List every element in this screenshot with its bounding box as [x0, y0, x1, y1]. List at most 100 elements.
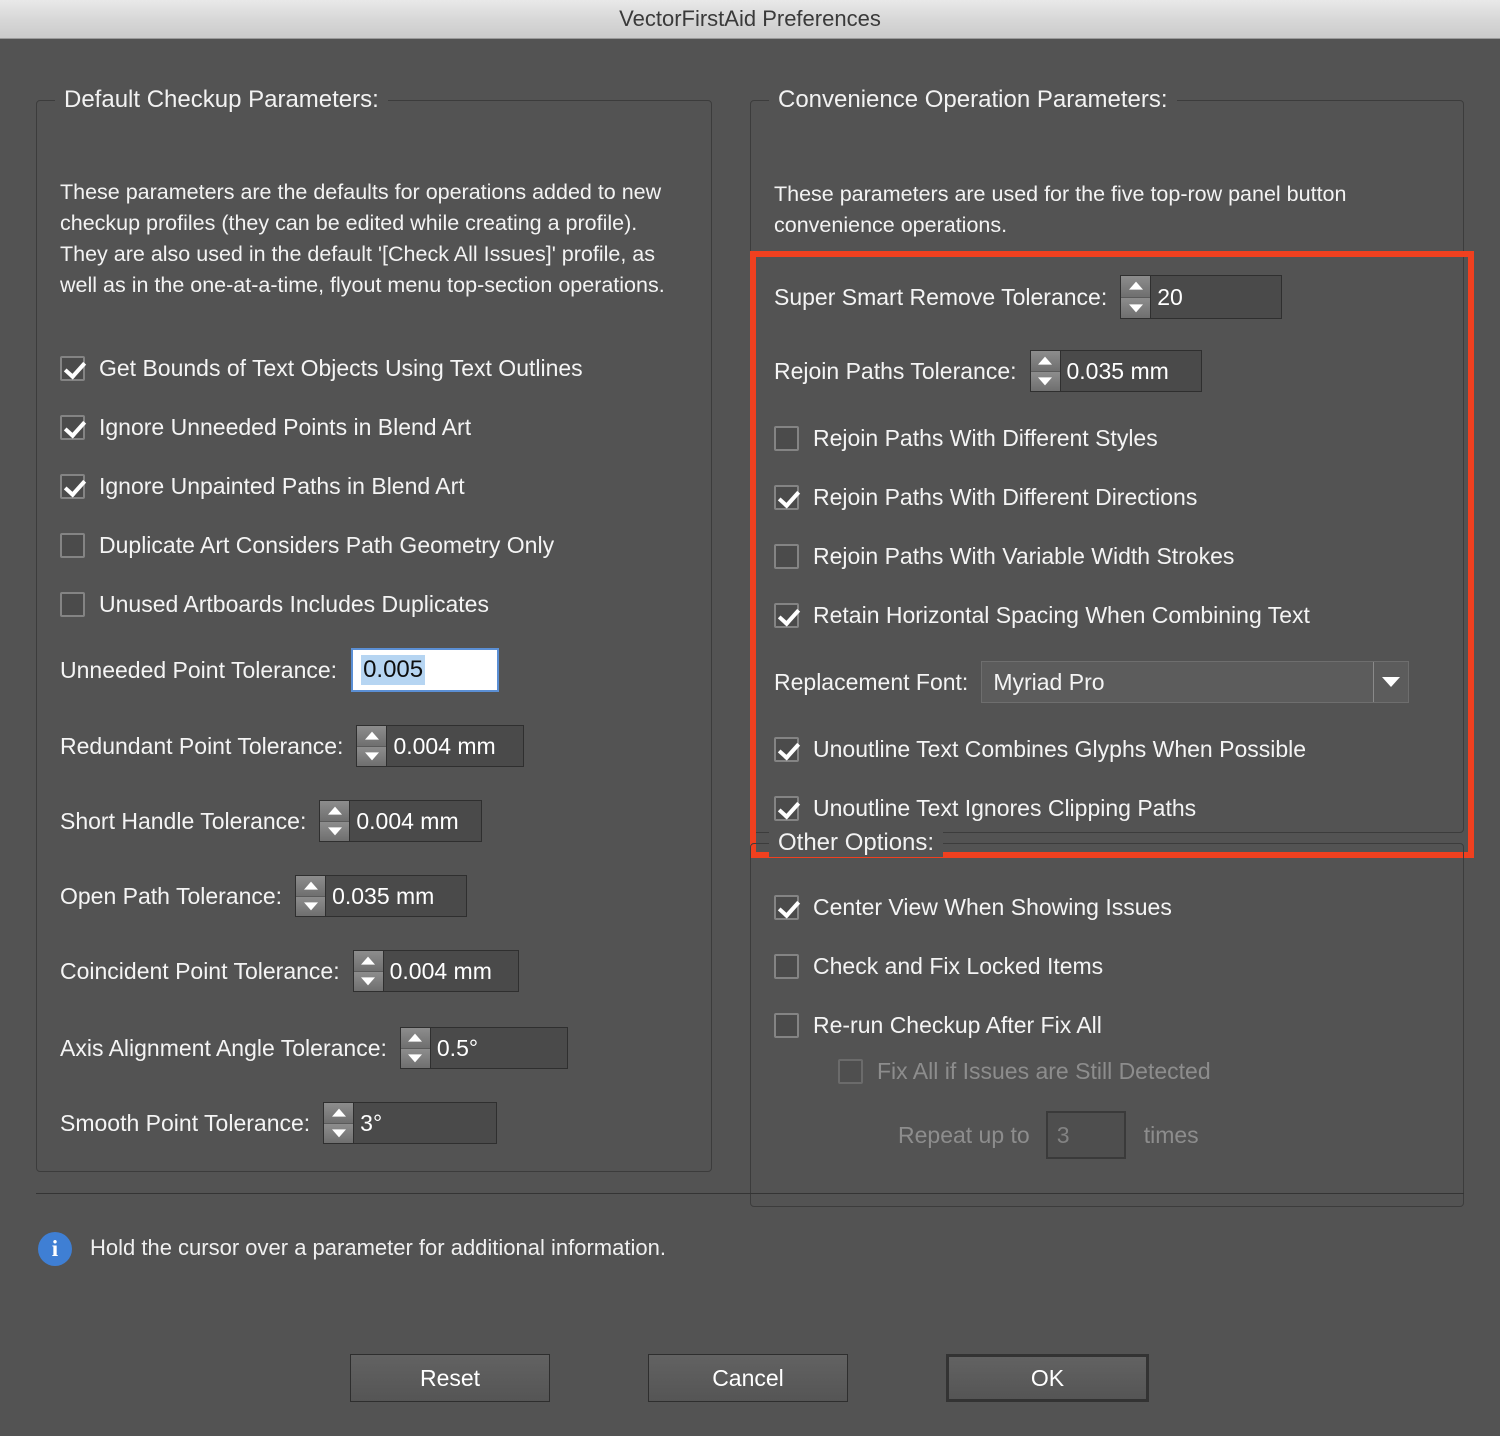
checkbox-indicator[interactable] [774, 895, 799, 920]
checkbox-label: Unoutline Text Ignores Clipping Paths [813, 795, 1197, 821]
checkbox-rejoin-paths-with-variable-width-strokes[interactable]: Rejoin Paths With Variable Width Strokes [774, 543, 1234, 570]
checkbox-label: Fix All if Issues are Still Detected [877, 1058, 1211, 1084]
short-handle-tolerance-value[interactable]: 0.004 mm [350, 801, 467, 841]
checkbox-ignore-unneeded-points-in-blend-art[interactable]: Ignore Unneeded Points in Blend Art [60, 414, 471, 441]
spinner-up-icon[interactable] [400, 1028, 430, 1049]
super-smart-remove-tolerance-value[interactable]: 20 [1151, 276, 1191, 318]
window-title-bar: VectorFirstAid Preferences [0, 0, 1500, 39]
chevron-down-icon[interactable] [1373, 662, 1408, 702]
checkbox-indicator[interactable] [60, 533, 85, 558]
spinner-up-icon[interactable] [357, 726, 387, 747]
spinner-buttons[interactable] [1121, 276, 1152, 318]
checkbox-indicator[interactable] [60, 592, 85, 617]
checkbox-indicator[interactable] [774, 426, 799, 451]
checkbox-indicator[interactable] [774, 796, 799, 821]
spinner-buttons[interactable] [353, 951, 384, 991]
checkbox-label: Ignore Unpainted Paths in Blend Art [99, 473, 465, 499]
axis-alignment-angle-tolerance-spinner[interactable]: 0.5° [399, 1027, 568, 1069]
checkbox-get-bounds-of-text-objects-using-text-outlines[interactable]: Get Bounds of Text Objects Using Text Ou… [60, 355, 583, 382]
spinner-buttons[interactable] [324, 1103, 355, 1143]
coincident-point-tolerance-value[interactable]: 0.004 mm [383, 951, 500, 991]
checkbox-ignore-unpainted-paths-in-blend-art[interactable]: Ignore Unpainted Paths in Blend Art [60, 473, 465, 500]
spinner-down-icon[interactable] [320, 821, 350, 841]
checkbox-indicator[interactable] [60, 415, 85, 440]
spinner-buttons[interactable] [296, 876, 327, 916]
axis-alignment-angle-tolerance-value[interactable]: 0.5° [430, 1028, 487, 1068]
preferences-dialog: Default Checkup Parameters: These parame… [0, 39, 1500, 1436]
spinner-up-icon[interactable] [324, 1103, 354, 1124]
field-label: Rejoin Paths Tolerance: [774, 357, 1017, 384]
checkbox-rejoin-paths-with-different-styles[interactable]: Rejoin Paths With Different Styles [774, 425, 1158, 452]
checkbox-unoutline-text-ignores-clipping-paths[interactable]: Unoutline Text Ignores Clipping Paths [774, 795, 1196, 822]
checkbox-indicator[interactable] [774, 485, 799, 510]
rejoin-paths-tolerance-spinner[interactable]: 0.035 mm [1029, 350, 1202, 392]
checkbox-indicator[interactable] [838, 1059, 863, 1084]
replacement-font-dropdown[interactable]: Myriad Pro [981, 661, 1410, 703]
checkbox-rejoin-paths-with-different-directions[interactable]: Rejoin Paths With Different Directions [774, 484, 1197, 511]
coincident-point-tolerance-spinner[interactable]: 0.004 mm [352, 950, 519, 992]
ok-button[interactable]: OK [946, 1354, 1149, 1402]
spinner-up-icon[interactable] [1030, 351, 1060, 372]
checkbox-fix-all-if-issues-are-still-detected[interactable]: Fix All if Issues are Still Detected [838, 1058, 1211, 1085]
field-label: Smooth Point Tolerance: [60, 1109, 311, 1136]
checkbox-unoutline-text-combines-glyphs-when-possible[interactable]: Unoutline Text Combines Glyphs When Poss… [774, 736, 1306, 763]
checkbox-duplicate-art-considers-path-geometry-only[interactable]: Duplicate Art Considers Path Geometry On… [60, 532, 554, 559]
redundant-point-tolerance-value[interactable]: 0.004 mm [387, 726, 504, 766]
spinner-down-icon[interactable] [1121, 297, 1151, 318]
window-title: VectorFirstAid Preferences [619, 6, 881, 31]
spinner-down-icon[interactable] [357, 746, 387, 766]
open-path-tolerance-spinner[interactable]: 0.035 mm [295, 875, 468, 917]
spinner-down-icon[interactable] [400, 1048, 430, 1068]
checkbox-check-and-fix-locked-items[interactable]: Check and Fix Locked Items [774, 953, 1103, 980]
field-label: Coincident Point Tolerance: [60, 957, 340, 984]
checkbox-indicator[interactable] [774, 954, 799, 979]
smooth-point-tolerance-spinner[interactable]: 3° [323, 1102, 498, 1144]
checkbox-label: Check and Fix Locked Items [813, 953, 1104, 979]
field-axis-alignment-angle-tolerance: Axis Alignment Angle Tolerance: 0.5° [60, 1027, 568, 1069]
spinner-buttons[interactable] [1030, 351, 1061, 391]
checkbox-re-run-checkup-after-fix-all[interactable]: Re-run Checkup After Fix All [774, 1012, 1102, 1039]
checkbox-retain-horizontal-spacing-when-combining-text[interactable]: Retain Horizontal Spacing When Combining… [774, 602, 1310, 629]
checkbox-center-view-when-showing-issues[interactable]: Center View When Showing Issues [774, 894, 1172, 921]
spinner-down-icon[interactable] [324, 1123, 354, 1143]
cancel-button[interactable]: Cancel [648, 1354, 848, 1402]
repeat-count-input[interactable]: 3 [1045, 1111, 1126, 1159]
checkbox-indicator[interactable] [60, 356, 85, 381]
checkbox-label: Retain Horizontal Spacing When Combining… [813, 602, 1310, 628]
smooth-point-tolerance-value[interactable]: 3° [354, 1103, 391, 1143]
spinner-up-icon[interactable] [320, 801, 350, 822]
spinner-down-icon[interactable] [353, 971, 383, 991]
spinner-buttons[interactable] [357, 726, 388, 766]
checkbox-indicator[interactable] [774, 603, 799, 628]
checkbox-label: Re-run Checkup After Fix All [813, 1012, 1102, 1038]
spinner-down-icon[interactable] [1030, 371, 1060, 391]
field-label: Axis Alignment Angle Tolerance: [60, 1034, 387, 1061]
convenience-description: These parameters are used for the five t… [774, 182, 1347, 237]
repeat-prefix-label: Repeat up to [898, 1121, 1030, 1148]
checkbox-indicator[interactable] [774, 1013, 799, 1038]
checkbox-label: Center View When Showing Issues [813, 894, 1172, 920]
short-handle-tolerance-spinner[interactable]: 0.004 mm [319, 800, 483, 842]
spinner-up-icon[interactable] [353, 951, 383, 972]
spinner-up-icon[interactable] [296, 876, 326, 897]
checkbox-label: Duplicate Art Considers Path Geometry On… [99, 532, 555, 558]
unneeded-point-tolerance-value: 0.005 [361, 655, 426, 685]
spinner-buttons[interactable] [400, 1028, 431, 1068]
reset-button[interactable]: Reset [350, 1354, 550, 1402]
checkbox-indicator[interactable] [774, 544, 799, 569]
repeat-count-value: 3 [1056, 1121, 1070, 1148]
spinner-up-icon[interactable] [1121, 276, 1151, 298]
open-path-tolerance-value[interactable]: 0.035 mm [326, 876, 443, 916]
spinner-buttons[interactable] [320, 801, 351, 841]
super-smart-remove-tolerance-spinner[interactable]: 20 [1120, 275, 1283, 319]
spinner-down-icon[interactable] [296, 896, 326, 916]
checkbox-indicator[interactable] [60, 474, 85, 499]
field-label: Replacement Font: [774, 668, 969, 695]
checkbox-indicator[interactable] [774, 737, 799, 762]
unneeded-point-tolerance-input[interactable]: 0.005 [351, 648, 500, 692]
field-short-handle-tolerance: Short Handle Tolerance: 0.004 mm [60, 800, 483, 842]
checkbox-unused-artboards-includes-duplicates[interactable]: Unused Artboards Includes Duplicates [60, 591, 489, 618]
rejoin-paths-tolerance-value[interactable]: 0.035 mm [1060, 351, 1177, 391]
redundant-point-tolerance-spinner[interactable]: 0.004 mm [356, 725, 525, 767]
group-default-checkup-legend: Default Checkup Parameters: [55, 86, 388, 114]
